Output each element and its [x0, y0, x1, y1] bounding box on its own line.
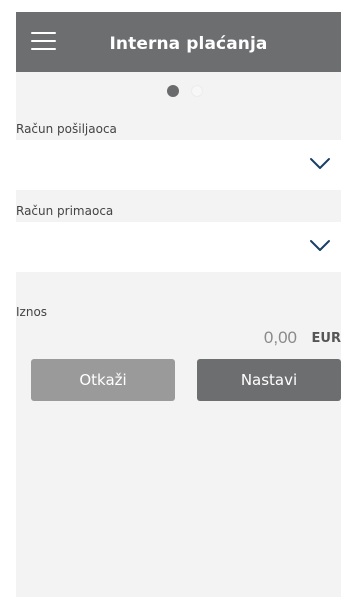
- cancel-button[interactable]: Otkaži: [31, 359, 175, 401]
- page-dot-active: [167, 85, 179, 97]
- amount-input[interactable]: 0,00 EUR: [16, 328, 341, 350]
- currency-label: EUR: [311, 331, 341, 346]
- recipient-account-select[interactable]: [16, 222, 341, 272]
- page-title: Interna plaćanja: [109, 34, 268, 54]
- sender-account-select[interactable]: [16, 140, 341, 190]
- sender-account-label: Račun pošiljaoca: [16, 122, 117, 136]
- menu-line: [31, 32, 56, 34]
- chevron-down-icon: [310, 158, 330, 169]
- chevron-down-icon: [310, 240, 330, 251]
- app-header: Interna plaćanja: [16, 12, 341, 72]
- recipient-account-label: Račun primaoca: [16, 204, 114, 218]
- page-dot-inactive: [191, 85, 203, 97]
- amount-value[interactable]: 0,00: [264, 328, 297, 348]
- continue-button[interactable]: Nastavi: [197, 359, 341, 401]
- page-indicator: [16, 85, 341, 97]
- menu-line: [31, 48, 56, 50]
- app-screen: Interna plaćanja Račun pošiljaoca Račun …: [16, 12, 341, 597]
- hamburger-menu-icon[interactable]: [31, 32, 56, 50]
- menu-line: [31, 40, 56, 42]
- amount-label: Iznos: [16, 305, 48, 319]
